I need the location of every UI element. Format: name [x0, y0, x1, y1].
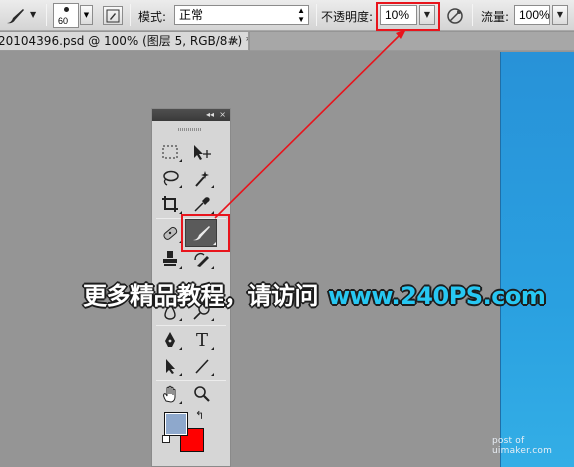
- promo-caption-url: www.240PS.com: [328, 282, 546, 310]
- promo-caption-text: 更多精品教程，请访问: [83, 282, 319, 310]
- annotation-arrow: [214, 29, 406, 219]
- promo-caption: 更多精品教程，请访问 www.240PS.com: [83, 276, 546, 311]
